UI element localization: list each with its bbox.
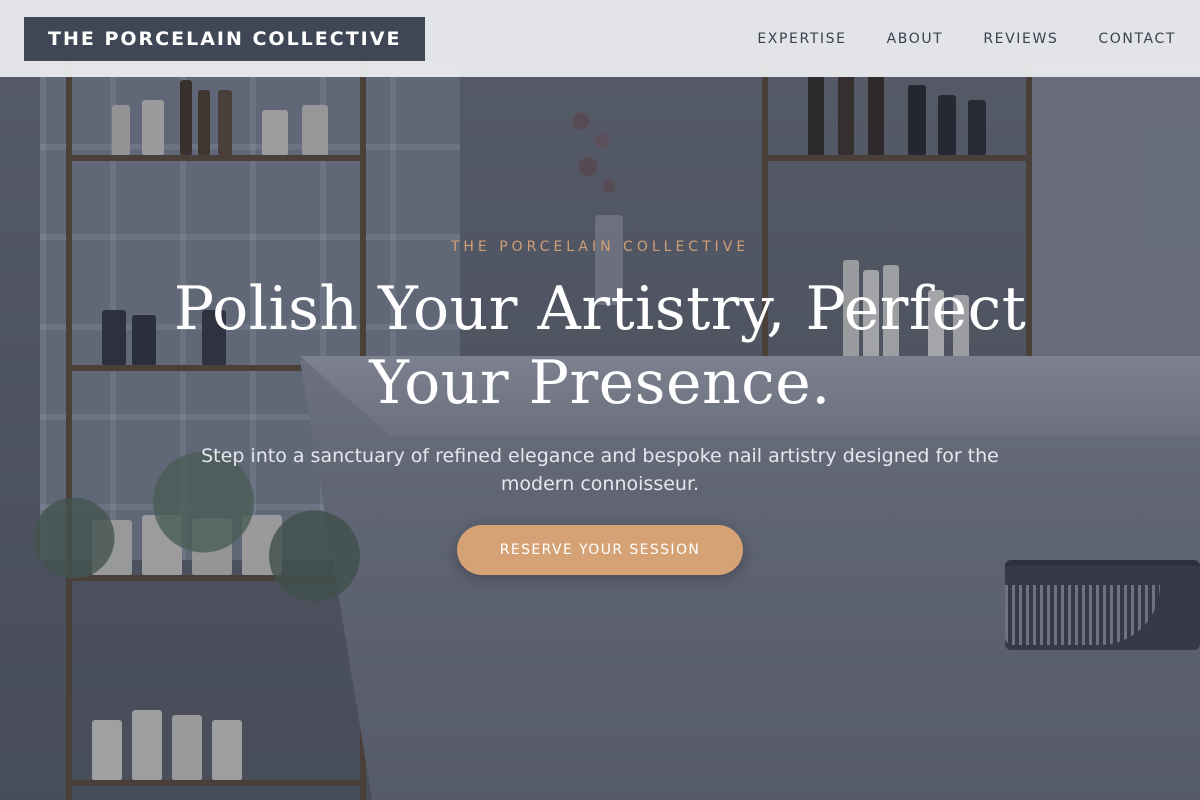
nav-link-contact[interactable]: CONTACT — [1098, 31, 1176, 47]
main-nav: EXPERTISE ABOUT REVIEWS CONTACT — [757, 31, 1176, 47]
hero-eyebrow: THE PORCELAIN COLLECTIVE — [450, 239, 750, 255]
nav-link-about[interactable]: ABOUT — [887, 31, 944, 47]
nav-link-reviews[interactable]: REVIEWS — [983, 31, 1058, 47]
hero-subtext: Step into a sanctuary of refined eleganc… — [201, 445, 999, 495]
reserve-session-button[interactable]: RESERVE YOUR SESSION — [457, 525, 743, 575]
brand-logo[interactable]: THE PORCELAIN COLLECTIVE — [24, 16, 426, 61]
nav-link-expertise[interactable]: EXPERTISE — [757, 31, 846, 47]
site-header: THE PORCELAIN COLLECTIVE EXPERTISE ABOUT… — [0, 0, 1200, 77]
hero-headline: Polish Your Artistry, Perfect Your Prese… — [173, 274, 1027, 418]
hero-content: THE PORCELAIN COLLECTIVE Polish Your Art… — [0, 0, 1200, 800]
